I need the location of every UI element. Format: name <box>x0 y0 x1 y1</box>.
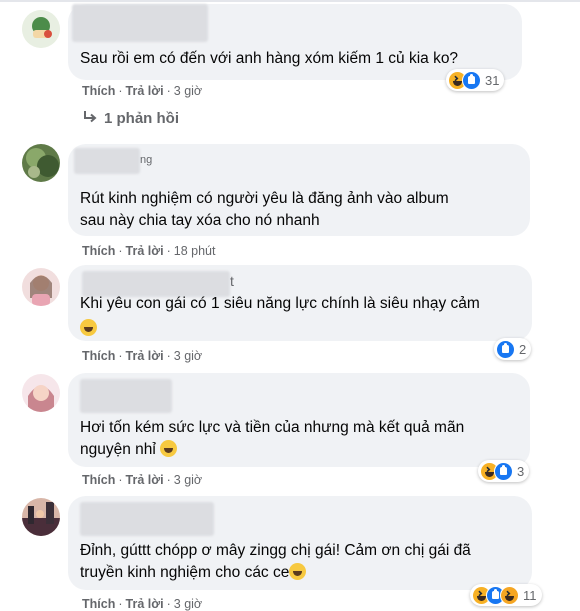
comment-text-line-2: sau này chia tay xóa cho nó nhanh <box>80 212 320 229</box>
comment-text-line-2-container: truyền kinh nghiệm cho các ce <box>80 562 522 584</box>
comment-text: Sau rồi em có đến với anh hàng xóm kiếm … <box>80 50 459 67</box>
like-reaction-icon <box>462 70 481 90</box>
like-link[interactable]: Thích <box>82 349 115 363</box>
commenter-name-redacted <box>80 379 172 413</box>
commenter-name-fragment: t <box>230 273 234 289</box>
commenter-name-redacted <box>74 148 140 174</box>
timestamp[interactable]: 3 giờ <box>174 349 202 363</box>
reaction-count: 11 <box>523 587 537 603</box>
reply-link[interactable]: Trả lời <box>126 349 164 363</box>
reaction-count: 31 <box>485 72 500 88</box>
comment-text-line-2: truyền kinh nghiệm cho các ce <box>80 564 290 581</box>
grinning-emoji-icon <box>289 563 307 580</box>
wow-reaction-icon <box>500 585 519 605</box>
avatar[interactable] <box>22 10 60 48</box>
avatar[interactable] <box>22 374 60 412</box>
comment-text-line-1: Hơi tốn kém sức lực và tiền của nhưng mà… <box>80 419 465 436</box>
avatar-image <box>22 144 60 182</box>
like-link[interactable]: Thích <box>82 473 115 487</box>
like-reaction-icon <box>496 339 515 359</box>
comment-text-line-2-container: nguyện nhỉ <box>80 439 520 461</box>
replies-count-label: 1 phản hồi <box>104 110 179 127</box>
avatar-image <box>22 374 60 412</box>
laughing-emoji <box>80 319 97 338</box>
comment-text-line-1: Rút kinh nghiệm có người yêu là đăng ảnh… <box>80 190 449 207</box>
reply-link[interactable]: Trả lời <box>126 597 164 611</box>
comment-actions: Thích · Trả lời · 18 phút <box>82 244 216 258</box>
avatar-image <box>22 268 60 306</box>
reply-link[interactable]: Trả lời <box>126 84 164 98</box>
comment-bubble: Đỉnh, gúttt chópp ơ mây zingg chị gái! C… <box>68 496 532 590</box>
reaction-summary[interactable]: 3 <box>478 460 530 482</box>
comment-text: Khi yêu con gái có 1 siêu năng lực chính… <box>80 295 480 312</box>
timestamp[interactable]: 3 giờ <box>174 473 202 487</box>
reaction-summary[interactable]: 31 <box>446 69 505 91</box>
view-replies-link[interactable]: 1 phản hồi <box>82 110 179 127</box>
avatar[interactable] <box>22 144 60 182</box>
timestamp[interactable]: 3 giờ <box>174 597 202 611</box>
timestamp[interactable]: 3 giờ <box>174 84 202 98</box>
like-reaction-icon <box>494 461 513 481</box>
avatar[interactable] <box>22 498 60 536</box>
laughing-emoji-icon <box>80 319 97 336</box>
comment-bubble: Hơi tốn kém sức lực và tiền của nhưng mà… <box>68 373 530 467</box>
commenter-name-fragment: ng <box>140 154 153 166</box>
grinning-emoji-icon <box>160 440 178 457</box>
reaction-summary[interactable]: 11 <box>470 584 542 606</box>
timestamp[interactable]: 18 phút <box>174 244 216 258</box>
comment-text-line-1: Đỉnh, gúttt chópp ơ mây zingg chị gái! C… <box>80 542 471 559</box>
comment-actions: Thích · Trả lời · 3 giờ <box>82 349 203 363</box>
commenter-name-redacted <box>80 502 214 536</box>
like-link[interactable]: Thích <box>82 244 115 258</box>
avatar[interactable] <box>22 268 60 306</box>
commenter-name-redacted <box>72 4 208 42</box>
reaction-count: 3 <box>517 463 525 479</box>
reaction-summary[interactable]: 2 <box>494 338 532 360</box>
like-link[interactable]: Thích <box>82 84 115 98</box>
comment-actions: Thích · Trả lời · 3 giờ <box>82 597 203 611</box>
comment-actions: Thích · Trả lời · 3 giờ <box>82 473 203 487</box>
comment-bubble: ng Rút kinh nghiệm có người yêu là đăng … <box>68 144 530 236</box>
comment-bubble: t Khi yêu con gái có 1 siêu năng lực chí… <box>68 265 532 341</box>
reply-arrow-icon <box>84 111 97 123</box>
reply-link[interactable]: Trả lời <box>126 244 164 258</box>
comment-text-line-2: nguyện nhỉ <box>80 441 156 458</box>
avatar-image <box>22 10 60 48</box>
reply-link[interactable]: Trả lời <box>126 473 164 487</box>
avatar-image <box>22 498 60 536</box>
reaction-count: 2 <box>519 341 527 357</box>
like-link[interactable]: Thích <box>82 597 115 611</box>
comment-actions: Thích · Trả lời · 3 giờ <box>82 84 203 98</box>
